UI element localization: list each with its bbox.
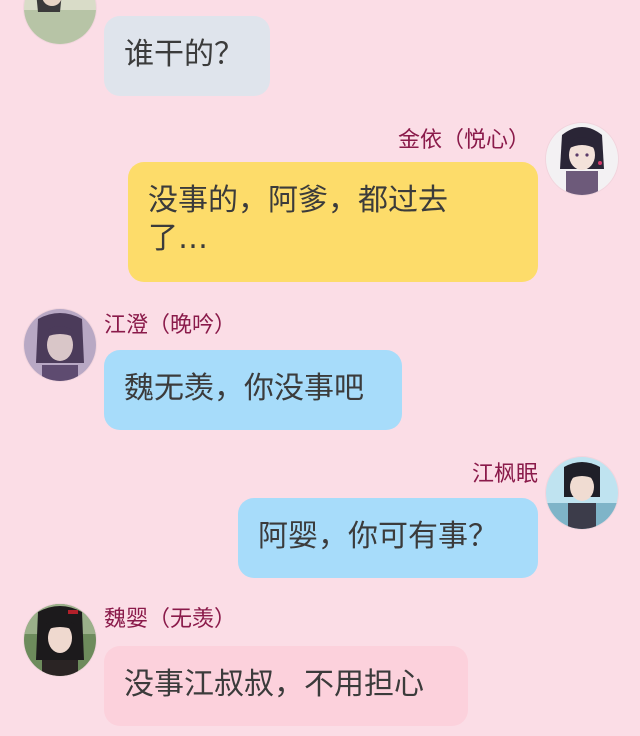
sender-name: 江枫眠 (471, 462, 538, 487)
character-avatar-icon (546, 457, 618, 529)
avatar[interactable] (24, 604, 96, 676)
character-avatar-icon (24, 309, 96, 381)
message-bubble: 没事江叔叔，不用担心 (104, 646, 468, 726)
avatar[interactable] (546, 457, 618, 529)
message-bubble: 没事的，阿爹，都过去了… (128, 162, 538, 282)
chat-view: 谁干的？ 金依（悦心） 没事的，阿爹，都过去了… 江澄（晚吟） 魏无羡，你没事吧… (0, 0, 640, 736)
avatar[interactable] (24, 0, 96, 44)
message-bubble: 阿婴，你可有事？ (238, 498, 538, 578)
sender-name: 金依（悦心） (397, 128, 530, 153)
character-avatar-icon (24, 604, 96, 676)
character-avatar-icon (24, 0, 96, 44)
sender-name: 江澄（晚吟） (104, 313, 237, 338)
sender-name: 魏婴（无羡） (104, 607, 237, 632)
avatar[interactable] (24, 309, 96, 381)
character-avatar-icon (546, 123, 618, 195)
avatar[interactable] (546, 123, 618, 195)
message-bubble: 魏无羡，你没事吧 (104, 350, 402, 430)
message-bubble: 谁干的？ (104, 16, 270, 96)
